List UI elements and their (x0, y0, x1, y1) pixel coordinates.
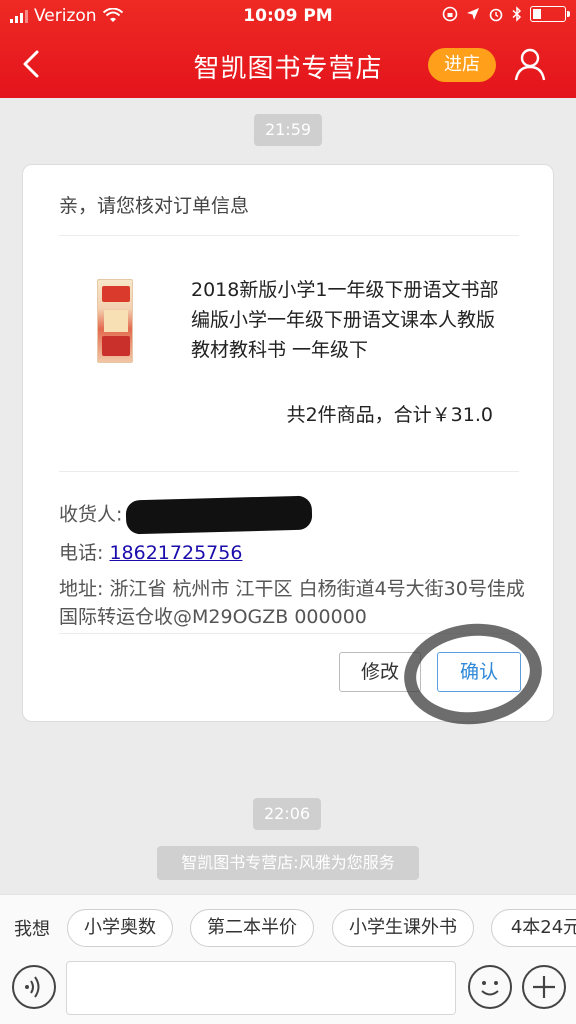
status-bar: Verizon 10:09 PM (0, 0, 576, 32)
redacted-name (125, 495, 313, 535)
suggestion-label: 我想 (14, 919, 50, 940)
message-input[interactable] (66, 961, 456, 1015)
book-cover-image[interactable] (97, 279, 133, 363)
product-title[interactable]: 2018新版小学1一年级下册语文书部编版小学一年级下册语文课本人教版教材教科书 … (191, 275, 503, 365)
voice-button[interactable] (12, 965, 56, 1009)
suggestion-chip[interactable]: 第二本半价 (190, 909, 314, 947)
divider (59, 235, 519, 236)
suggestion-chip[interactable]: 4本24元 (491, 909, 576, 947)
status-right (442, 6, 570, 22)
more-button[interactable] (522, 965, 566, 1009)
header: Verizon 10:09 PM 智凯图书专营店 进店 (0, 0, 576, 98)
address-value: 浙江省 杭州市 江干区 白杨街道4号大街30号佳成国际转运仓收@M29OGZB … (59, 578, 525, 628)
order-total: 共2件商品，合计￥31.0 (286, 404, 493, 426)
bottom-bar: 我想 小学奥数 第二本半价 小学生课外书 4本24元 (0, 894, 576, 1024)
address-label: 地址: (59, 578, 104, 600)
phone-link[interactable]: 18621725756 (109, 542, 242, 564)
input-row (0, 959, 576, 1019)
order-greeting: 亲，请您核对订单信息 (59, 195, 250, 217)
enter-store-button[interactable]: 进店 (428, 48, 496, 82)
address-row: 地址: 浙江省 杭州市 江干区 白杨街道4号大街30号佳成国际转运仓收@M29O… (59, 575, 525, 631)
lock-rotation-icon (442, 6, 458, 22)
nav-bar: 智凯图书专营店 进店 (0, 32, 576, 98)
suggestion-row: 我想 小学奥数 第二本半价 小学生课外书 4本24元 (0, 907, 576, 947)
person-icon (514, 48, 546, 81)
phone-row: 电话: 18621725756 (59, 538, 242, 565)
divider (59, 471, 519, 472)
profile-button[interactable] (512, 46, 548, 82)
bluetooth-icon (512, 6, 522, 22)
service-notice: 智凯图书专营店:风雅为您服务 (157, 846, 419, 880)
recipient-row: 收货人: (59, 495, 313, 535)
chat-timestamp: 21:59 (254, 114, 322, 146)
suggestion-chip[interactable]: 小学生课外书 (332, 909, 474, 947)
smiley-icon (481, 981, 499, 996)
battery-icon (530, 6, 570, 22)
voice-icon (25, 976, 40, 998)
emoji-button[interactable] (468, 965, 512, 1009)
suggestion-chip[interactable]: 小学奥数 (67, 909, 173, 947)
phone-label: 电话: (59, 542, 104, 564)
plus-icon (533, 976, 555, 998)
chat-timestamp: 22:06 (253, 798, 321, 830)
location-icon (467, 8, 479, 20)
alarm-icon (489, 8, 503, 22)
recipient-label: 收货人: (59, 503, 123, 526)
